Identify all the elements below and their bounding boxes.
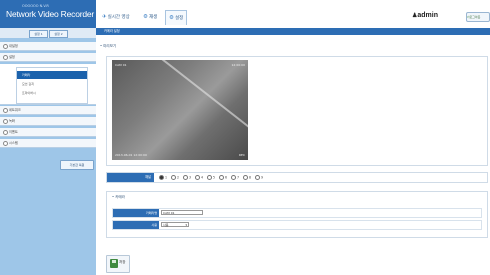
section-icon — [3, 119, 8, 124]
osd-bottom-right: REC — [238, 153, 245, 157]
sidebar-subitem-motion[interactable]: 모션 감지 — [17, 80, 87, 88]
channel-radio-7[interactable]: 7 — [231, 175, 239, 181]
radio-circle-icon — [159, 175, 164, 180]
radio-circle-icon — [255, 175, 260, 180]
channel-radio-label: 2 — [177, 175, 180, 180]
username: admin — [417, 12, 439, 19]
radio-circle-icon — [183, 175, 188, 180]
sidebar-subitem-camera[interactable]: 카메라 — [17, 71, 87, 79]
sidebar-section-label: 이벤트 — [9, 130, 18, 134]
sidebar-tabs: 설정 1 설정 2 — [0, 28, 96, 38]
channel-radio-label: 1 — [165, 175, 168, 180]
sidebar-section-label: 시스템 — [9, 141, 18, 145]
camera-name-input[interactable]: CAM 01 — [161, 210, 203, 215]
tab-playback-label: 재생 — [148, 15, 158, 20]
section-icon — [3, 141, 8, 146]
channel-radio-1[interactable]: 1 — [159, 175, 167, 181]
channel-radio-label: 6 — [225, 175, 228, 180]
radio-circle-icon — [207, 175, 212, 180]
osd-top-right: 12:00:00 — [231, 63, 245, 67]
sidebar-section-label: 내설정 — [9, 44, 18, 48]
channel-radio-3[interactable]: 3 — [183, 175, 191, 181]
logout-label: 로그아웃 — [469, 15, 481, 19]
section-icon — [3, 130, 8, 135]
save-icon — [110, 259, 118, 268]
channel-radio-9[interactable]: 9 — [255, 175, 263, 181]
channel-radio-2[interactable]: 2 — [171, 175, 179, 181]
user-display: ♟admin — [412, 12, 438, 19]
use-label: 사용 — [113, 221, 159, 229]
sidebar-sublist: 카메라 모션 감지 프라이버시 — [16, 67, 88, 104]
camera-name-label: 카메라명 — [113, 209, 159, 217]
channel-radio-label: 4 — [201, 175, 204, 180]
save-button[interactable]: 저장 — [106, 255, 130, 273]
radio-circle-icon — [195, 175, 200, 180]
preview-section-title: • 미리보기 — [100, 44, 117, 48]
use-row: 사용 사용 ▾ — [112, 220, 482, 230]
sidebar-subitem-privacy[interactable]: 프라이버시 — [17, 89, 87, 97]
tab-settings[interactable]: ⚙설정 — [165, 10, 188, 25]
camera-preview: CAM 01 12:00:00 2013-06-01 12:00:00 REC — [112, 60, 248, 160]
section-icon — [3, 44, 8, 49]
airplane-icon: ✈ — [102, 14, 107, 20]
logout-button[interactable]: ⏻로그아웃 — [466, 12, 490, 22]
sidebar-section-2[interactable]: 네트워크 — [0, 106, 96, 115]
lens-glare — [150, 60, 248, 160]
restore-defaults-button[interactable]: 기본값 복원 — [60, 160, 94, 170]
brand-logo: OOOOOO N.V.R Network Video Recorder — [0, 0, 96, 28]
channel-radio-label: 7 — [237, 175, 240, 180]
radio-circle-icon — [171, 175, 176, 180]
sidebar-section-label: 설정 — [9, 55, 15, 59]
radio-circle-icon — [243, 175, 248, 180]
channel-radio-5[interactable]: 5 — [207, 175, 215, 181]
tab-playback[interactable]: ⚙재생 — [143, 10, 157, 24]
use-select[interactable]: 사용 ▾ — [161, 222, 189, 227]
channel-radio-label: 5 — [213, 175, 216, 180]
channel-radio-label: 9 — [261, 175, 264, 180]
section-icon — [3, 55, 8, 60]
gear-icon: ⚙ — [143, 14, 148, 20]
channel-label: 채널 — [107, 173, 154, 182]
sidebar-section-label: 네트워크 — [9, 108, 21, 112]
page-title: 카메라 설정 — [104, 29, 120, 33]
osd-bottom-left: 2013-06-01 12:00:00 — [115, 153, 147, 157]
radio-circle-icon — [231, 175, 236, 180]
sidebar-subpanel: 카메라 모션 감지 프라이버시 — [0, 64, 96, 105]
channel-radio-label: 3 — [189, 175, 192, 180]
sidebar-tab-2[interactable]: 설정 2 — [49, 30, 68, 38]
channel-radio-6[interactable]: 6 — [219, 175, 227, 181]
brand-title: Network Video Recorder — [6, 9, 95, 19]
camera-name-row: 카메라명 CAM 01 — [112, 208, 482, 218]
save-label: 저장 — [119, 260, 126, 264]
channel-radio-label: 8 — [249, 175, 252, 180]
sidebar: OOOOOO N.V.R Network Video Recorder 설정 1… — [0, 0, 96, 275]
sidebar-section-3[interactable]: 녹화 — [0, 117, 96, 126]
sidebar-section-1[interactable]: 설정 — [0, 53, 96, 62]
tab-live[interactable]: ✈실시간 영상 — [102, 10, 130, 24]
sidebar-section-4[interactable]: 이벤트 — [0, 128, 96, 137]
osd-top-left: CAM 01 — [115, 63, 127, 67]
gear-icon: ⚙ — [169, 15, 174, 21]
chevron-down-icon: ▾ — [185, 223, 187, 227]
tab-settings-label: 설정 — [174, 16, 184, 21]
channel-selector: 채널 1 2 3 4 5 6 7 8 9 — [106, 172, 488, 183]
page-header: 카메라 설정 — [96, 28, 490, 35]
channel-radio-4[interactable]: 4 — [195, 175, 203, 181]
channel-radio-8[interactable]: 8 — [243, 175, 251, 181]
section-icon — [3, 108, 8, 113]
sidebar-section-label: 녹화 — [9, 119, 15, 123]
tab-live-label: 실시간 영상 — [107, 15, 130, 20]
use-select-value: 사용 — [163, 223, 169, 227]
brand-subtitle: OOOOOO N.V.R — [22, 4, 49, 8]
sidebar-section-5[interactable]: 시스템 — [0, 139, 96, 148]
bullet-icon: • — [100, 44, 103, 48]
sidebar-tab-1[interactable]: 설정 1 — [29, 30, 48, 38]
radio-circle-icon — [219, 175, 224, 180]
sidebar-section-0[interactable]: 내설정 — [0, 42, 96, 51]
